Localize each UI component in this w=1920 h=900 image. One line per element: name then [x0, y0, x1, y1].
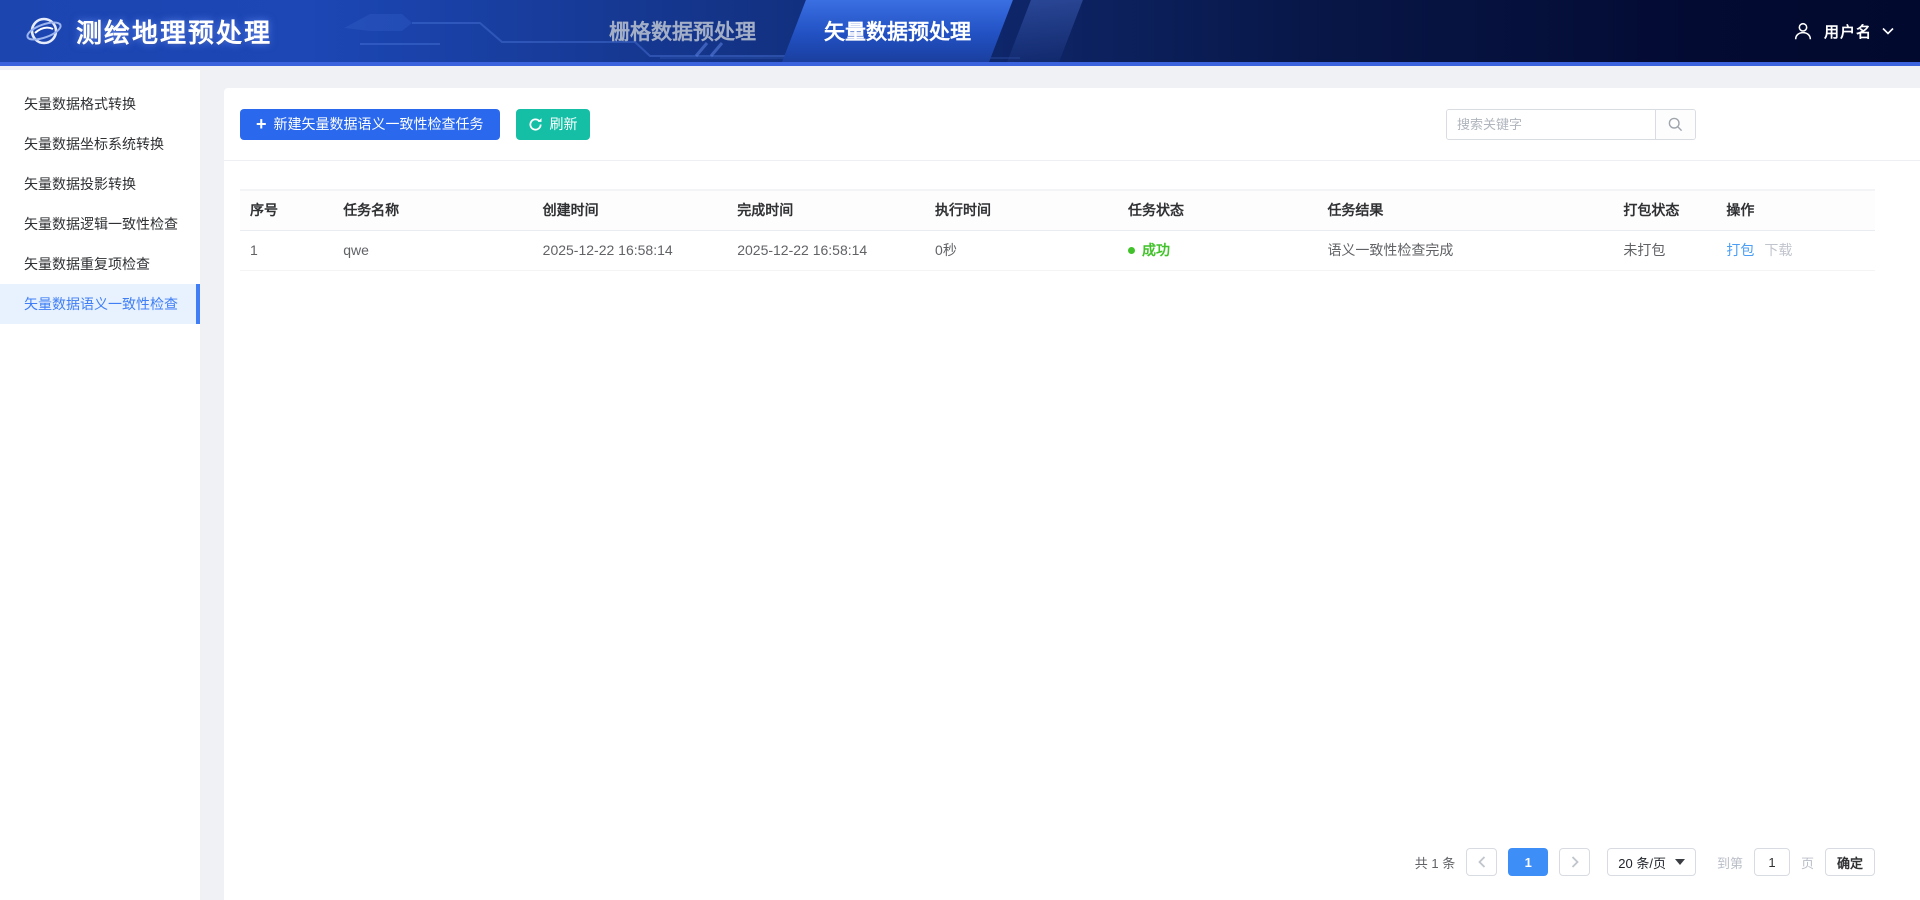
table-header-row: 序号 任务名称 创建时间 完成时间 执行时间 任务状态 任务结果 打包状态 操作 — [240, 190, 1875, 230]
goto-prefix-label: 到第 — [1717, 853, 1743, 872]
user-icon — [1792, 20, 1814, 42]
content-panel: 新建矢量数据语义一致性检查任务 刷新 — [224, 88, 1920, 900]
page-number-button[interactable]: 1 — [1508, 848, 1548, 876]
col-package-status: 打包状态 — [1613, 190, 1716, 230]
goto-confirm-button[interactable]: 确定 — [1825, 848, 1875, 876]
app-logo-icon — [24, 11, 64, 51]
cell-task-status: 成功 — [1118, 230, 1317, 270]
task-table-wrap: 序号 任务名称 创建时间 完成时间 执行时间 任务状态 任务结果 打包状态 操作… — [240, 189, 1875, 271]
goto-page-input[interactable] — [1754, 848, 1790, 876]
toolbar: 新建矢量数据语义一致性检查任务 刷新 — [224, 88, 1920, 161]
refresh-label: 刷新 — [550, 114, 578, 134]
total-count-label: 共 1 条 — [1415, 853, 1455, 872]
page-size-select[interactable]: 20 条/页 — [1607, 848, 1696, 876]
new-task-label: 新建矢量数据语义一致性检查任务 — [274, 114, 484, 134]
cell-index: 1 — [240, 230, 333, 270]
app-logo-area: 测绘地理预处理 — [24, 0, 272, 62]
main-area: 新建矢量数据语义一致性检查任务 刷新 — [200, 70, 1920, 900]
cell-package-status: 未打包 — [1613, 230, 1716, 270]
search-box — [1446, 109, 1696, 140]
pagination: 共 1 条 1 20 条/页 到第 页 确定 — [1415, 848, 1875, 876]
cell-created-time: 2025-12-22 16:58:14 — [533, 230, 728, 270]
search-button[interactable] — [1655, 110, 1695, 139]
chevron-right-icon — [1571, 856, 1579, 868]
app-title: 测绘地理预处理 — [76, 13, 272, 50]
task-table: 序号 任务名称 创建时间 完成时间 执行时间 任务状态 任务结果 打包状态 操作… — [240, 189, 1875, 271]
sidebar-item-logic-consistency-check[interactable]: 矢量数据逻辑一致性检查 — [0, 204, 200, 244]
chevron-left-icon — [1478, 856, 1486, 868]
sidebar-item-format-convert[interactable]: 矢量数据格式转换 — [0, 84, 200, 124]
sidebar: 矢量数据格式转换 矢量数据坐标系统转换 矢量数据投影转换 矢量数据逻辑一致性检查… — [0, 70, 200, 900]
app-header: 测绘地理预处理 栅格数据预处理 矢量数据预处理 用户名 — [0, 0, 1920, 66]
goto-suffix-label: 页 — [1801, 853, 1814, 872]
sidebar-item-duplicate-check[interactable]: 矢量数据重复项检查 — [0, 244, 200, 284]
col-created-time: 创建时间 — [533, 190, 728, 230]
sidebar-item-projection-convert[interactable]: 矢量数据投影转换 — [0, 164, 200, 204]
status-text: 成功 — [1142, 240, 1170, 260]
next-page-button[interactable] — [1559, 848, 1590, 876]
select-caret-icon — [1675, 859, 1685, 865]
search-input[interactable] — [1447, 110, 1655, 139]
user-menu[interactable]: 用户名 — [1792, 0, 1894, 62]
col-task-result: 任务结果 — [1317, 190, 1613, 230]
tab-raster-preprocess[interactable]: 栅格数据预处理 — [575, 0, 790, 62]
cell-task-result: 语义一致性检查完成 — [1317, 230, 1613, 270]
col-finished-time: 完成时间 — [727, 190, 925, 230]
cell-actions: 打包下载 — [1716, 230, 1875, 270]
col-exec-time: 执行时间 — [925, 190, 1118, 230]
tab-vector-preprocess[interactable]: 矢量数据预处理 — [790, 0, 1005, 62]
tab-label: 栅格数据预处理 — [609, 16, 756, 46]
prev-page-button[interactable] — [1466, 848, 1497, 876]
sidebar-item-semantic-consistency-check[interactable]: 矢量数据语义一致性检查 — [0, 284, 200, 324]
refresh-icon — [528, 117, 543, 132]
package-link[interactable]: 打包 — [1726, 242, 1754, 258]
chevron-down-icon — [1882, 27, 1894, 35]
top-nav-tabs: 栅格数据预处理 矢量数据预处理 — [575, 0, 1071, 62]
page-size-label: 20 条/页 — [1618, 853, 1666, 872]
success-dot-icon — [1128, 247, 1135, 254]
search-icon — [1667, 116, 1684, 133]
plus-icon — [256, 115, 267, 133]
cell-task-name: qwe — [333, 230, 532, 270]
col-index: 序号 — [240, 190, 333, 230]
sidebar-item-coord-system-convert[interactable]: 矢量数据坐标系统转换 — [0, 124, 200, 164]
new-task-button[interactable]: 新建矢量数据语义一致性检查任务 — [240, 109, 500, 140]
col-actions: 操作 — [1716, 190, 1875, 230]
col-task-status: 任务状态 — [1118, 190, 1317, 230]
cell-exec-time: 0秒 — [925, 230, 1118, 270]
download-link: 下载 — [1764, 242, 1792, 258]
table-row: 1 qwe 2025-12-22 16:58:14 2025-12-22 16:… — [240, 230, 1875, 270]
tab-label: 矢量数据预处理 — [824, 16, 971, 46]
refresh-button[interactable]: 刷新 — [516, 109, 590, 140]
user-name: 用户名 — [1824, 21, 1872, 42]
col-task-name: 任务名称 — [333, 190, 532, 230]
cell-finished-time: 2025-12-22 16:58:14 — [727, 230, 925, 270]
